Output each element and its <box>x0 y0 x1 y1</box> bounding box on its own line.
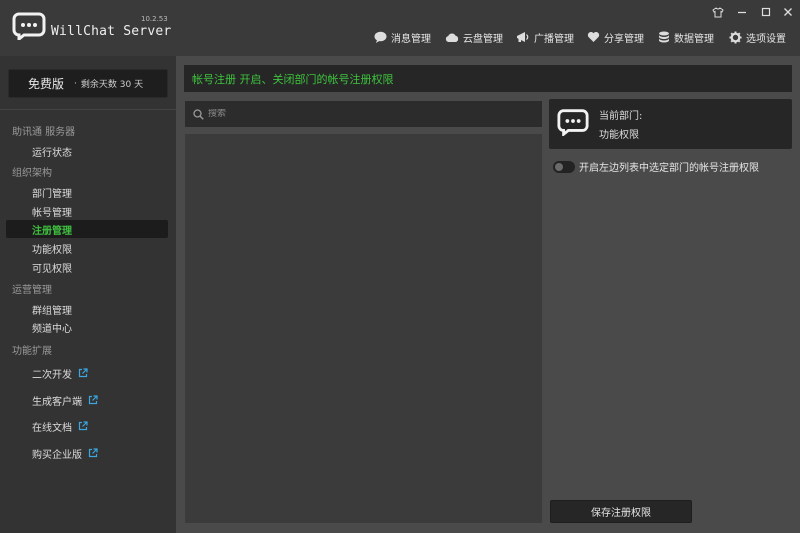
plan-label: 免费版 <box>28 77 65 91</box>
nav-share-management[interactable]: 分享管理 <box>587 29 644 45</box>
sidebar-divider <box>0 109 176 110</box>
close-button[interactable] <box>779 4 797 20</box>
sidebar-item-account-management[interactable]: 帐号管理 <box>6 202 168 220</box>
badge-separator: · <box>74 78 77 89</box>
app-version: 10.2.53 <box>141 15 168 23</box>
section-title-extensions: 功能扩展 <box>12 346 52 357</box>
shirt-icon <box>712 6 724 17</box>
page-title: 帐号注册 开启、关闭部门的帐号注册权限 <box>192 72 394 86</box>
sidebar-item-channel-center[interactable]: 频道中心 <box>6 318 168 336</box>
registration-toggle-label: 开启左边列表中选定部门的帐号注册权限 <box>579 163 759 174</box>
nav-cloud-disk-management[interactable]: 云盘管理 <box>445 29 503 45</box>
close-icon <box>784 8 792 16</box>
section-title-server: 助讯通 服务器 <box>12 127 76 138</box>
title-bar: WillChat Server 10.2.53 消息管理 云盘管理 广播管理 分… <box>0 0 800 56</box>
sidebar-item-group-management[interactable]: 群组管理 <box>6 300 168 318</box>
page-header: 帐号注册 开启、关闭部门的帐号注册权限 <box>184 65 792 92</box>
minimize-icon <box>738 11 746 14</box>
sidebar-item-registration-management[interactable]: 注册管理 <box>6 220 168 238</box>
nav-message-management[interactable]: 消息管理 <box>374 29 431 45</box>
skin-button[interactable] <box>709 4 727 20</box>
sidebar: 免费版 · 剩余天数 30 天 助讯通 服务器 运行状态 组织架构 部门管理 帐… <box>0 56 176 533</box>
save-registration-button[interactable]: 保存注册权限 <box>550 500 692 523</box>
external-link-icon <box>78 368 88 378</box>
nav-broadcast-management[interactable]: 广播管理 <box>516 29 574 45</box>
maximize-icon <box>761 7 771 17</box>
app-logo-icon <box>557 109 589 136</box>
nav-option-settings[interactable]: 选项设置 <box>729 29 786 45</box>
sidebar-item-visibility-permissions[interactable]: 可见权限 <box>6 258 168 276</box>
external-link-icon <box>88 395 98 405</box>
department-list[interactable] <box>185 134 542 523</box>
search-icon <box>193 108 204 120</box>
sidebar-item-function-permissions[interactable]: 功能权限 <box>6 239 168 257</box>
maximize-button[interactable] <box>757 4 775 20</box>
sidebar-item-generate-client[interactable]: 生成客户端 <box>6 391 168 409</box>
current-department-label: 当前部门: <box>599 111 643 122</box>
sidebar-item-secondary-development[interactable]: 二次开发 <box>6 364 168 382</box>
external-link-icon <box>78 421 88 431</box>
gear-icon <box>729 31 742 43</box>
toggle-knob <box>555 162 563 171</box>
heart-icon <box>587 31 600 42</box>
section-title-organization: 组织架构 <box>12 168 52 179</box>
external-link-icon <box>88 448 98 458</box>
current-department-value: 功能权限 <box>599 130 639 141</box>
nav-data-management[interactable]: 数据管理 <box>658 29 714 45</box>
registration-toggle-row[interactable]: 开启左边列表中选定部门的帐号注册权限 <box>553 159 759 174</box>
sidebar-item-run-status[interactable]: 运行状态 <box>6 142 168 160</box>
sidebar-item-department-management[interactable]: 部门管理 <box>6 183 168 201</box>
registration-toggle[interactable] <box>553 160 575 173</box>
remaining-days: 剩余天数 30 天 <box>80 80 144 90</box>
search-box <box>185 101 542 127</box>
minimize-button[interactable] <box>733 4 751 20</box>
database-icon <box>659 31 669 42</box>
sidebar-item-online-docs[interactable]: 在线文档 <box>6 417 168 435</box>
current-department-card: 当前部门: 功能权限 <box>549 99 792 149</box>
section-title-operations: 运营管理 <box>12 285 52 296</box>
cloud-icon <box>445 32 459 42</box>
sidebar-item-buy-enterprise[interactable]: 购买企业版 <box>6 444 168 462</box>
app-name: WillChat Server <box>51 24 172 39</box>
license-badge: 免费版 · 剩余天数 30 天 <box>8 69 168 98</box>
app-logo-icon <box>12 12 46 40</box>
megaphone-icon <box>517 32 529 42</box>
search-input[interactable] <box>208 109 528 119</box>
chat-bubble-icon <box>374 31 387 43</box>
